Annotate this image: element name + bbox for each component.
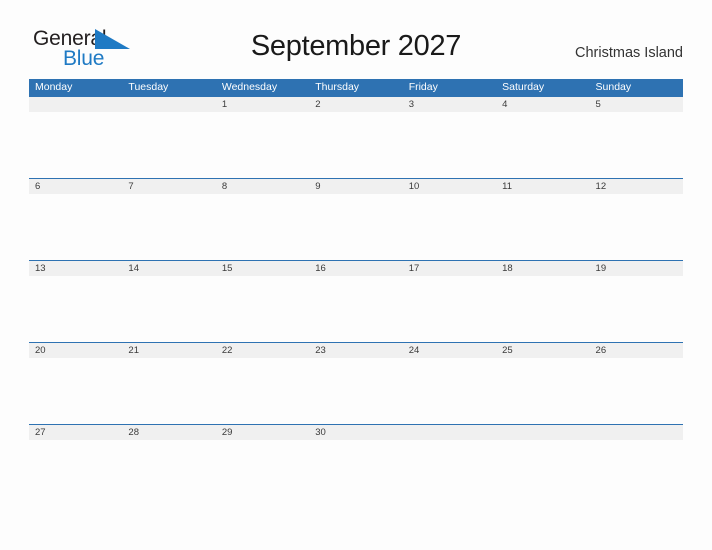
day-cell[interactable]: 20 (29, 343, 122, 358)
day-cell[interactable]: 25 (496, 343, 589, 358)
day-cell[interactable] (403, 425, 496, 440)
weekday-header-saturday: Saturday (502, 81, 545, 93)
day-cell[interactable]: 13 (29, 261, 122, 276)
day-cell[interactable] (590, 425, 683, 440)
day-cell[interactable]: 21 (122, 343, 215, 358)
week-row: 27 28 29 30 (29, 424, 683, 506)
day-cell[interactable]: 27 (29, 425, 122, 440)
day-cell[interactable]: 28 (122, 425, 215, 440)
week-row: 13 14 15 16 17 18 19 (29, 260, 683, 342)
week-body (29, 194, 683, 260)
day-cell[interactable]: 16 (309, 261, 402, 276)
day-cell[interactable]: 22 (216, 343, 309, 358)
day-cell[interactable] (496, 425, 589, 440)
day-cell[interactable]: 24 (403, 343, 496, 358)
day-cell[interactable]: 3 (403, 97, 496, 112)
week-date-band: 13 14 15 16 17 18 19 (29, 260, 683, 276)
day-cell[interactable]: 14 (122, 261, 215, 276)
day-cell[interactable] (29, 97, 122, 112)
week-body (29, 358, 683, 424)
weekday-header-wednesday: Wednesday (221, 81, 278, 93)
day-cell[interactable]: 11 (496, 179, 589, 194)
day-cell[interactable]: 7 (122, 179, 215, 194)
day-cell[interactable]: 4 (496, 97, 589, 112)
locale-label: Christmas Island (575, 45, 683, 61)
week-row: 1 2 3 4 5 (29, 96, 683, 178)
day-cell[interactable] (122, 97, 215, 112)
calendar-grid: Monday Tuesday Wednesday Thursday Friday… (29, 79, 683, 506)
weekday-header-sunday: Sunday (595, 81, 632, 93)
week-row: 6 7 8 9 10 11 12 (29, 178, 683, 260)
weekday-header-friday: Friday (408, 81, 438, 93)
day-cell[interactable]: 9 (309, 179, 402, 194)
weekday-header-thursday: Thursday (315, 81, 360, 93)
week-date-band: 20 21 22 23 24 25 26 (29, 342, 683, 358)
day-cell[interactable]: 23 (309, 343, 402, 358)
week-body (29, 112, 683, 178)
day-cell[interactable]: 10 (403, 179, 496, 194)
week-body (29, 440, 683, 506)
week-row: 20 21 22 23 24 25 26 (29, 342, 683, 424)
day-cell[interactable]: 5 (590, 97, 683, 112)
day-cell[interactable]: 15 (216, 261, 309, 276)
weekday-header-monday: Monday (35, 81, 73, 93)
day-cell[interactable]: 6 (29, 179, 122, 194)
weekday-header-row: Monday Tuesday Wednesday Thursday Friday… (29, 79, 683, 96)
day-cell[interactable]: 1 (216, 97, 309, 112)
day-cell[interactable]: 18 (496, 261, 589, 276)
day-cell[interactable]: 29 (216, 425, 309, 440)
day-cell[interactable]: 17 (403, 261, 496, 276)
weekday-header-tuesday: Tuesday (128, 81, 169, 93)
day-cell[interactable]: 19 (590, 261, 683, 276)
week-body (29, 276, 683, 342)
week-date-band: 1 2 3 4 5 (29, 96, 683, 112)
page-header: General Blue September 2027 Christmas Is… (0, 0, 712, 69)
week-date-band: 27 28 29 30 (29, 424, 683, 440)
day-cell[interactable]: 2 (309, 97, 402, 112)
day-cell[interactable]: 26 (590, 343, 683, 358)
week-date-band: 6 7 8 9 10 11 12 (29, 178, 683, 194)
day-cell[interactable]: 30 (309, 425, 402, 440)
day-cell[interactable]: 12 (590, 179, 683, 194)
day-cell[interactable]: 8 (216, 179, 309, 194)
